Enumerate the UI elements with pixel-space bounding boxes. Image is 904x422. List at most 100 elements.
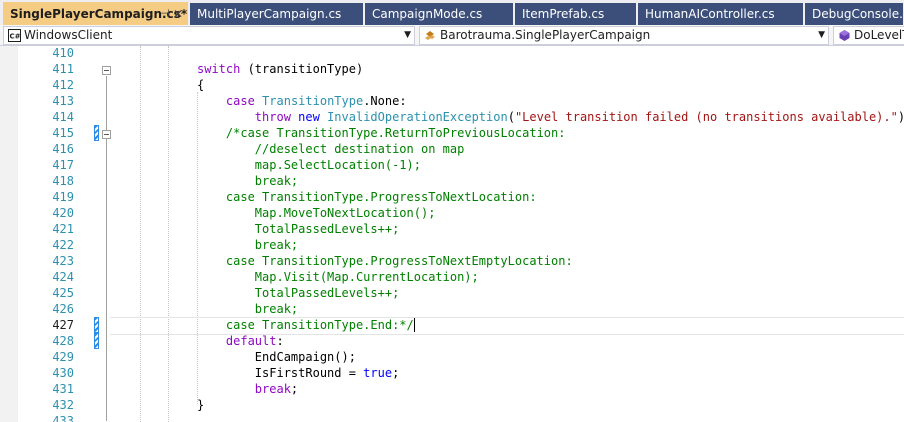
code-text[interactable]: /*case TransitionType.ReturnToPreviousLo…	[197, 125, 566, 141]
tab-debugconsole[interactable]: DebugConsole.cs	[805, 3, 904, 25]
code-text[interactable]: //deselect destination on map	[197, 141, 465, 157]
line-number: 431	[52, 382, 74, 396]
change-marker	[94, 317, 99, 333]
code-token: ;	[290, 382, 299, 396]
member-dropdown[interactable]: DoLevelTr	[833, 26, 904, 45]
change-marker	[94, 333, 99, 349]
code-text[interactable]: map.SelectLocation(-1);	[197, 157, 421, 173]
code-text[interactable]: throw new InvalidOperationException("Lev…	[197, 109, 904, 125]
code-line[interactable]: 411 switch (transitionType)	[0, 61, 904, 77]
code-token: TotalPassedLevels++;	[197, 286, 400, 300]
project-dropdown-label: WindowsClient	[24, 28, 113, 42]
code-line[interactable]: 432}	[0, 397, 904, 413]
code-text[interactable]: break;	[197, 173, 298, 189]
type-dropdown[interactable]: Barotrauma.SinglePlayerCampaign ▼	[419, 26, 829, 45]
code-token: (transitionType)	[240, 62, 364, 76]
line-number: 430	[52, 366, 74, 380]
code-line[interactable]: 420 Map.MoveToNextLocation();	[0, 205, 904, 221]
code-text[interactable]: case TransitionType.ProgressToNextEmptyL…	[197, 253, 573, 269]
code-line[interactable]: 428 default:	[0, 333, 904, 349]
type-dropdown-label: Barotrauma.SinglePlayerCampaign	[440, 28, 651, 42]
code-text[interactable]: Map.Visit(Map.CurrentLocation);	[197, 269, 479, 285]
project-dropdown[interactable]: C# WindowsClient ▼	[3, 26, 415, 45]
line-number: 424	[52, 270, 74, 284]
code-line[interactable]: 414 throw new InvalidOperationException(…	[0, 109, 904, 125]
code-line[interactable]: 424 Map.Visit(Map.CurrentLocation);	[0, 269, 904, 285]
tab-multiplayercampaign[interactable]: MultiPlayerCampaign.cs	[190, 3, 364, 25]
close-icon[interactable]: ✕	[173, 2, 183, 25]
line-number: 433	[52, 414, 74, 422]
change-marker	[94, 125, 99, 141]
code-editor[interactable]: 410 411 switch (transitionType) 412 {413 cas…	[0, 46, 904, 422]
code-line[interactable]: 423 case TransitionType.ProgressToNextEm…	[0, 253, 904, 269]
code-text[interactable]: switch (transitionType)	[197, 61, 363, 77]
code-line[interactable]: 429 EndCampaign();	[0, 349, 904, 365]
code-text[interactable]: }	[197, 397, 204, 413]
line-number: 415	[52, 126, 74, 140]
code-text[interactable]: break;	[197, 381, 298, 397]
line-number: 410	[52, 46, 74, 60]
code-line[interactable]: 415 /*case TransitionType.ReturnToPrevio…	[0, 125, 904, 141]
code-token: }	[197, 398, 205, 412]
line-number: 422	[52, 238, 74, 252]
code-token: "Level transition failed (no transitions…	[514, 110, 898, 124]
code-token: .None:	[363, 94, 407, 108]
code-line[interactable]: 422 break;	[0, 237, 904, 253]
line-number: 416	[52, 142, 74, 156]
code-line[interactable]: 430 IsFirstRound = true;	[0, 365, 904, 381]
code-text[interactable]: TotalPassedLevels++;	[197, 221, 400, 237]
pin-icon[interactable]: ⊣	[160, 2, 170, 25]
code-line[interactable]: 410	[0, 46, 904, 61]
code-line[interactable]: 416 //deselect destination on map	[0, 141, 904, 157]
code-line[interactable]: 412 {	[0, 77, 904, 93]
line-number: 423	[52, 254, 74, 268]
code-token: map.SelectLocation(-1);	[197, 158, 421, 172]
tab-label: HumanAIController.cs	[645, 7, 775, 21]
code-line[interactable]: 427 case TransitionType.End:*/	[0, 317, 904, 335]
code-line[interactable]: 431 break;	[0, 381, 904, 397]
code-line[interactable]: 417 map.SelectLocation(-1);	[0, 157, 904, 173]
code-token: true	[363, 366, 393, 380]
code-token: case TransitionType.ProgressToNextLocati…	[197, 190, 537, 204]
code-text[interactable]: IsFirstRound = true;	[197, 365, 400, 381]
tab-campaignmode[interactable]: CampaignMode.cs	[365, 3, 514, 25]
code-text[interactable]: break;	[197, 237, 298, 253]
tab-label: ItemPrefab.cs	[522, 7, 605, 21]
code-text[interactable]: case TransitionType.End:*/	[197, 317, 415, 333]
code-text[interactable]: case TransitionType.None:	[197, 93, 407, 109]
code-line[interactable]: 418 break;	[0, 173, 904, 189]
line-number: 420	[52, 206, 74, 220]
code-text[interactable]: case TransitionType.ProgressToNextLocati…	[197, 189, 537, 205]
tab-label: DebugConsole.cs	[812, 7, 903, 21]
code-line[interactable]: 421 TotalPassedLevels++;	[0, 221, 904, 237]
code-token: Map.Visit(Map.CurrentLocation);	[197, 270, 479, 284]
tab-label: CampaignMode.cs	[372, 7, 483, 21]
code-token: IsFirstRound =	[197, 366, 364, 380]
code-token: throw	[254, 110, 291, 124]
code-line[interactable]: 433	[0, 413, 904, 422]
code-text[interactable]: Map.MoveToNextLocation();	[197, 205, 436, 221]
text-caret	[413, 318, 415, 332]
tab-humanaicontroller[interactable]: HumanAIController.cs	[638, 3, 804, 25]
code-text[interactable]: TotalPassedLevels++;	[197, 285, 400, 301]
code-line[interactable]: 413 case TransitionType.None:	[0, 93, 904, 109]
tab-itemprefab[interactable]: ItemPrefab.cs	[515, 3, 637, 25]
code-text[interactable]: break;	[197, 301, 298, 317]
code-line[interactable]: 426 break;	[0, 301, 904, 317]
code-text[interactable]: default:	[197, 333, 284, 349]
code-line[interactable]: 419 case TransitionType.ProgressToNextLo…	[0, 189, 904, 205]
code-token: EndCampaign();	[197, 350, 356, 364]
code-token: //deselect destination on map	[197, 142, 465, 156]
code-text[interactable]: {	[197, 77, 204, 93]
code-token: ;	[392, 366, 400, 380]
code-token: TransitionType	[262, 94, 364, 108]
line-number: 427	[52, 318, 74, 332]
code-token: :	[276, 334, 284, 348]
code-line[interactable]: 425 TotalPassedLevels++;	[0, 285, 904, 301]
navigation-bar: C# WindowsClient ▼ Barotrauma.SinglePlay…	[0, 25, 904, 46]
code-text[interactable]: EndCampaign();	[197, 349, 356, 365]
chevron-down-icon: ▼	[404, 30, 411, 40]
tab-singleplayercampaign[interactable]: SinglePlayerCampaign.cs* ⊣ ✕	[3, 2, 189, 25]
